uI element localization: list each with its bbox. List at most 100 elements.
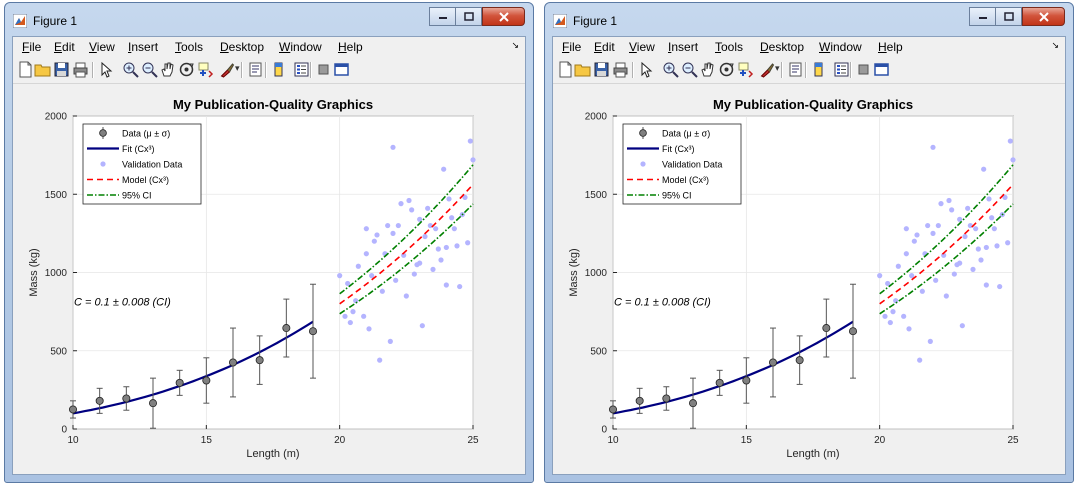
legend-data-sample — [99, 129, 107, 137]
zoom-in-icon[interactable] — [662, 61, 679, 78]
validation-point — [887, 319, 893, 326]
maximize-icon — [1003, 12, 1014, 21]
menu-desktop[interactable]: Desktop — [220, 40, 264, 54]
toolbar: ▾ — [553, 57, 1065, 84]
validation-point — [457, 283, 463, 290]
menu-edit[interactable]: Edit — [594, 40, 615, 54]
data-cursor-icon[interactable] — [197, 61, 214, 78]
menu-insert[interactable]: Insert — [668, 40, 698, 54]
insert-colorbar-icon[interactable] — [810, 61, 827, 78]
menu-file[interactable]: File — [22, 40, 41, 54]
menu-overflow-icon[interactable]: ↘ — [511, 40, 519, 51]
link-plot-icon[interactable] — [247, 61, 264, 78]
validation-point — [927, 338, 933, 344]
show-plot-tools-icon[interactable] — [873, 61, 890, 78]
data-point — [122, 394, 131, 403]
menu-help[interactable]: Help — [338, 40, 363, 54]
validation-point — [877, 273, 883, 279]
close-button[interactable] — [482, 7, 525, 26]
legend-label: 95% CI — [122, 191, 152, 201]
validation-point — [398, 201, 404, 207]
validation-point — [949, 207, 955, 213]
show-plot-tools-icon[interactable] — [333, 61, 350, 78]
title-bar[interactable]: Figure 1 — [5, 3, 533, 33]
y-tick-label: 1000 — [585, 268, 608, 279]
menu-desktop[interactable]: Desktop — [760, 40, 804, 54]
menu-overflow-icon[interactable]: ↘ — [1051, 40, 1059, 51]
validation-point — [387, 338, 393, 344]
data-cursor-icon[interactable] — [737, 61, 754, 78]
zoom-in-icon[interactable] — [122, 61, 139, 78]
new-figure-icon[interactable] — [17, 61, 34, 78]
x-tick-label: 15 — [201, 435, 213, 446]
validation-point — [337, 273, 343, 279]
maximize-button[interactable] — [996, 7, 1022, 26]
edit-plot-icon[interactable] — [97, 61, 114, 78]
validation-point — [467, 138, 473, 144]
pan-icon[interactable] — [159, 61, 176, 78]
validation-point — [965, 205, 971, 211]
edit-plot-icon[interactable] — [637, 61, 654, 78]
title-bar[interactable]: Figure 1 — [545, 3, 1073, 33]
validation-point — [443, 282, 449, 288]
zoom-out-icon[interactable] — [141, 61, 158, 78]
print-icon[interactable] — [72, 61, 89, 78]
minimize-button[interactable] — [429, 7, 456, 26]
matlab-icon — [13, 14, 27, 28]
open-file-icon[interactable] — [574, 61, 591, 78]
maximize-button[interactable] — [456, 7, 482, 26]
validation-point — [446, 196, 452, 202]
save-icon[interactable] — [593, 61, 610, 78]
insert-legend-icon[interactable] — [833, 61, 850, 78]
legend-label: Validation Data — [662, 160, 722, 170]
insert-colorbar-icon[interactable] — [270, 61, 287, 78]
validation-point — [449, 215, 455, 221]
menu-view[interactable]: View — [89, 40, 115, 54]
y-axis-label: Mass (kg) — [28, 248, 40, 296]
validation-point — [917, 357, 923, 363]
data-point — [609, 405, 618, 414]
minimize-button[interactable] — [969, 7, 996, 26]
brush-dropdown-icon[interactable]: ▾ — [775, 63, 780, 74]
validation-point — [975, 246, 981, 252]
open-file-icon[interactable] — [34, 61, 51, 78]
pan-icon[interactable] — [699, 61, 716, 78]
menu-tools[interactable]: Tools — [715, 40, 743, 54]
zoom-out-icon[interactable] — [681, 61, 698, 78]
validation-point — [451, 226, 457, 232]
menu-insert[interactable]: Insert — [128, 40, 158, 54]
new-figure-icon[interactable] — [557, 61, 574, 78]
validation-point — [994, 243, 1000, 249]
rotate-3d-icon[interactable] — [178, 61, 195, 78]
menu-help[interactable]: Help — [878, 40, 903, 54]
x-tick-label: 20 — [874, 435, 886, 446]
validation-point — [390, 144, 396, 150]
validation-point — [933, 277, 939, 283]
print-icon[interactable] — [612, 61, 629, 78]
validation-point — [890, 309, 896, 315]
brush-dropdown-icon[interactable]: ▾ — [235, 63, 240, 74]
hide-plot-tools-icon[interactable] — [855, 61, 872, 78]
link-plot-icon[interactable] — [787, 61, 804, 78]
menu-view[interactable]: View — [629, 40, 655, 54]
menu-file[interactable]: File — [562, 40, 581, 54]
toolbar: ▾ — [13, 57, 525, 84]
menu-window[interactable]: Window — [279, 40, 322, 54]
menu-tools[interactable]: Tools — [175, 40, 203, 54]
save-icon[interactable] — [53, 61, 70, 78]
legend-label: Data (μ ± σ) — [662, 129, 710, 139]
validation-point — [978, 257, 984, 263]
legend-validation-sample — [640, 161, 646, 167]
hide-plot-tools-icon[interactable] — [315, 61, 332, 78]
data-point — [255, 356, 264, 365]
validation-point — [379, 288, 385, 294]
insert-legend-icon[interactable] — [293, 61, 310, 78]
validation-point — [417, 216, 423, 222]
menu-edit[interactable]: Edit — [54, 40, 75, 54]
rotate-3d-icon[interactable] — [718, 61, 735, 78]
menu-window[interactable]: Window — [819, 40, 862, 54]
validation-point — [906, 326, 912, 332]
validation-point — [454, 243, 460, 249]
close-button[interactable] — [1022, 7, 1065, 26]
x-tick-label: 20 — [334, 435, 346, 446]
